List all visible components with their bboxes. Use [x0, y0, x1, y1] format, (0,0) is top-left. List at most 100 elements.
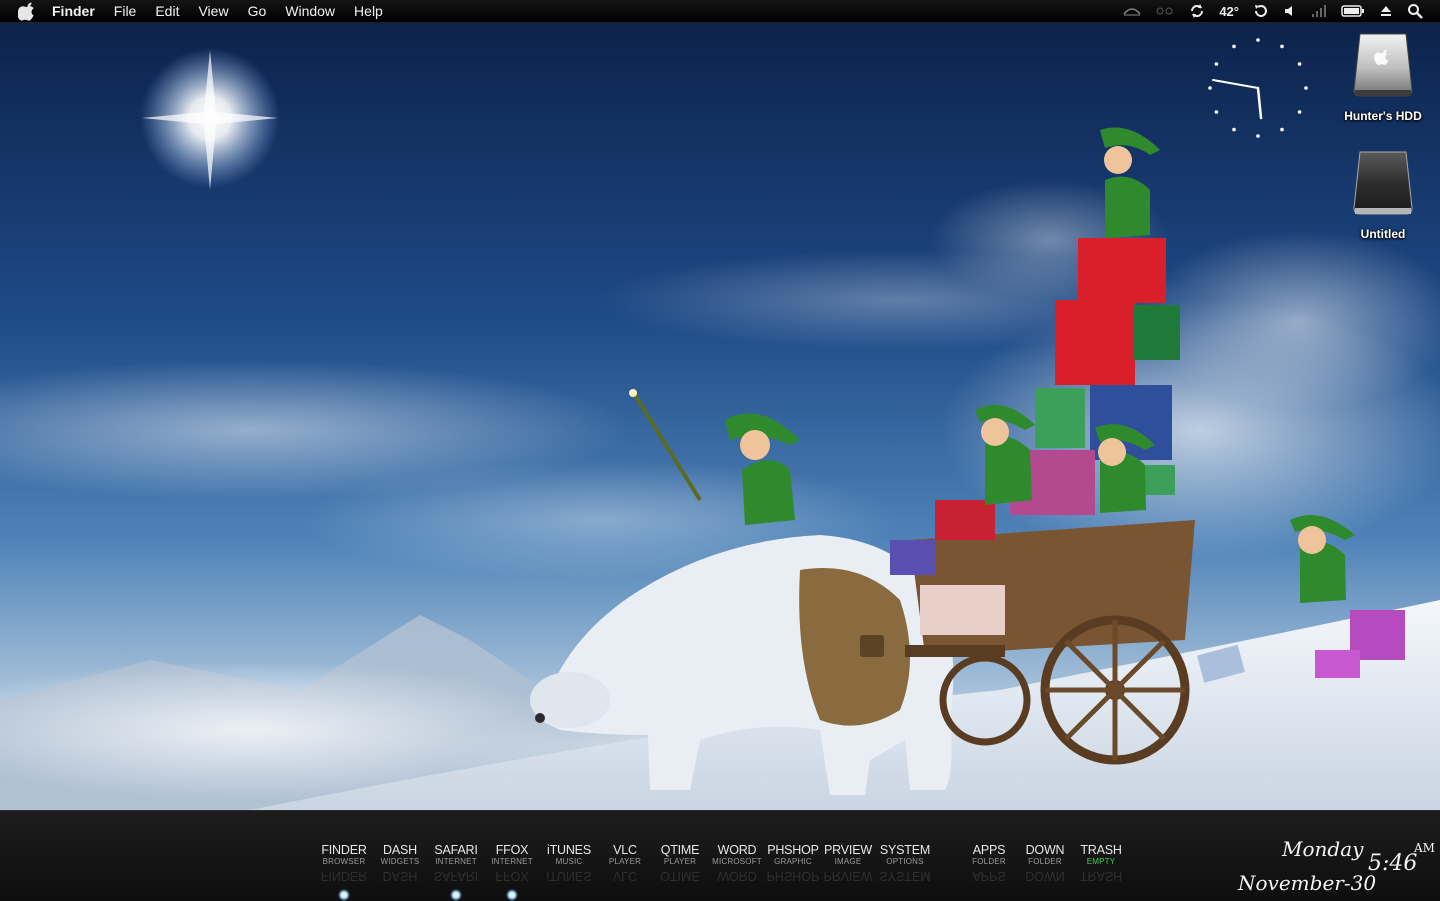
dock-item-subtitle: GRAPHIC	[774, 857, 812, 866]
dock-item-phshop[interactable]: PHSHOP GRAPHIC PHSHOP	[763, 843, 823, 883]
dock-item-vlc[interactable]: VLC PLAYER VLC	[595, 843, 655, 883]
desktop-icon-label: Hunter's HDD	[1344, 109, 1422, 123]
dock-item-reflection: SAFARI	[433, 872, 479, 882]
apple-menu-icon[interactable]	[16, 0, 38, 22]
clock-hour-dot	[1256, 134, 1260, 138]
dock-bar: FINDER BROWSER FINDER DASH WIDGETS DASH SAFARI…	[0, 810, 1440, 901]
dock-item-subtitle: PLAYER	[663, 857, 697, 866]
spotlight-icon[interactable]	[1407, 3, 1423, 19]
clock-hour-dot	[1214, 110, 1219, 114]
menu-window[interactable]: Window	[285, 3, 335, 19]
clock-hour-dot	[1297, 110, 1302, 114]
clock-hour-dot	[1232, 127, 1236, 132]
dock-item-reflection: VLC	[612, 872, 638, 882]
analog-clock-widget[interactable]	[1203, 33, 1313, 143]
dock-item-subtitle: EMPTY	[1086, 857, 1116, 866]
dock-item-title: SAFARI	[434, 843, 478, 857]
eject-icon[interactable]	[1379, 4, 1393, 18]
network-icon[interactable]	[1123, 6, 1141, 16]
date-full: November-30	[1238, 871, 1377, 895]
dock-item-system[interactable]: SYSTEM OPTIONS SYSTEM	[875, 843, 935, 883]
dock-folder-apps[interactable]: APPS FOLDER APPS	[959, 843, 1019, 883]
desktop-icon-hunters-hdd[interactable]: Hunter's HDD	[1333, 32, 1433, 123]
running-indicator	[450, 889, 462, 901]
dock-item-subtitle: MUSIC	[555, 857, 583, 866]
time-machine-icon[interactable]	[1253, 3, 1269, 19]
dock-item-reflection: QTIME	[660, 872, 700, 882]
dock-item-title: TRASH	[1080, 843, 1122, 857]
dock-item-reflection: WORD	[717, 872, 757, 882]
dock-item-word[interactable]: WORD MICROSOFT WORD	[707, 843, 767, 883]
clock-hour-dot	[1214, 62, 1219, 66]
dock-item-title: FFOX	[495, 843, 529, 857]
dock-item-subtitle: FOLDER	[1028, 857, 1062, 866]
dock-folder-trash[interactable]: TRASH EMPTY TRASH	[1071, 843, 1131, 883]
dock-item-finder[interactable]: FINDER BROWSER FINDER	[314, 843, 374, 883]
sync-icon[interactable]	[1189, 3, 1205, 19]
menu-help[interactable]: Help	[354, 3, 383, 19]
dock-item-dash[interactable]: DASH WIDGETS DASH	[370, 843, 430, 883]
dock-item-title: VLC	[613, 843, 637, 857]
dock-item-title: APPS	[972, 843, 1006, 857]
date-weekday: Monday	[1282, 837, 1364, 861]
dock-item-title: iTUNES	[547, 843, 591, 857]
menu-edit[interactable]: Edit	[155, 3, 179, 19]
clock-hour-dot	[1256, 38, 1260, 42]
dock-item-qtime[interactable]: QTIME PLAYER QTIME	[650, 843, 710, 883]
desktop-icon-label: Untitled	[1360, 227, 1406, 241]
dock-item-itunes[interactable]: iTUNES MUSIC iTUNES	[539, 843, 599, 883]
dock-item-reflection: DASH	[382, 872, 418, 882]
dock-item-reflection: TRASH	[1079, 872, 1123, 882]
dock-item-subtitle: PLAYER	[608, 857, 642, 866]
clock-hour-dot	[1297, 62, 1302, 66]
menu-go[interactable]: Go	[248, 3, 267, 19]
clock-hour-dot	[1280, 127, 1284, 132]
dock-item-reflection: PRVIEW	[823, 872, 873, 882]
dock-folder-down[interactable]: DOWN FOLDER DOWN	[1015, 843, 1075, 883]
menu-active-app[interactable]: Finder	[52, 3, 95, 19]
dock-item-subtitle: IMAGE	[834, 857, 862, 866]
menu-bar: Finder File Edit View Go Window Help 42°	[0, 0, 1440, 23]
volume-icon[interactable]	[1283, 4, 1297, 18]
clock-hour-dot	[1304, 86, 1308, 90]
dock-item-subtitle: MICROSOFT	[712, 857, 762, 866]
dock-item-reflection: FINDER	[320, 872, 368, 882]
dock-item-subtitle: WIDGETS	[380, 857, 420, 866]
running-indicator	[338, 889, 350, 901]
dock-item-title: SYSTEM	[879, 843, 931, 857]
dock-item-subtitle: BROWSER	[322, 857, 366, 866]
dock-item-title: DOWN	[1025, 843, 1065, 857]
clock-hour-dot	[1280, 44, 1284, 49]
menu-file[interactable]: File	[114, 3, 137, 19]
dock-item-ffox[interactable]: FFOX INTERNET FFOX	[482, 843, 542, 883]
dock-item-title: FINDER	[321, 843, 367, 857]
temperature-readout[interactable]: 42°	[1219, 4, 1239, 19]
dock-item-subtitle: INTERNET	[435, 857, 477, 866]
dock-item-reflection: SYSTEM	[879, 872, 931, 882]
clock-meridiem: AM	[1414, 841, 1435, 855]
clock-time: 5:46	[1368, 851, 1418, 876]
dock-item-subtitle: FOLDER	[972, 857, 1006, 866]
dock-item-title: PHSHOP	[767, 843, 819, 857]
dock-item-reflection: APPS	[972, 872, 1006, 882]
dock-item-title: WORD	[717, 843, 757, 857]
clock-hour-dot	[1208, 86, 1212, 90]
hard-drive-icon	[1353, 33, 1413, 97]
dock-item-title: QTIME	[660, 843, 700, 857]
dock-item-subtitle: INTERNET	[491, 857, 533, 866]
dock-item-title: DASH	[383, 843, 417, 857]
external-drive-icon	[1353, 151, 1413, 215]
wifi-signal-icon[interactable]	[1311, 4, 1327, 18]
bluetooth-icon[interactable]	[1155, 6, 1175, 16]
dock-item-reflection: DOWN	[1025, 872, 1065, 882]
dock-item-reflection: iTUNES	[546, 872, 592, 882]
dock-item-prview[interactable]: PRVIEW IMAGE PRVIEW	[818, 843, 878, 883]
clock-hour-dot	[1232, 44, 1236, 49]
battery-icon[interactable]	[1341, 5, 1365, 17]
menu-view[interactable]: View	[198, 3, 228, 19]
dock-item-reflection: FFOX	[495, 872, 529, 882]
desktop-icon-untitled[interactable]: Untitled	[1333, 150, 1433, 241]
dock-item-title: PRVIEW	[824, 843, 872, 857]
dock-item-safari[interactable]: SAFARI INTERNET SAFARI	[426, 843, 486, 883]
dock-item-subtitle: OPTIONS	[886, 857, 924, 866]
